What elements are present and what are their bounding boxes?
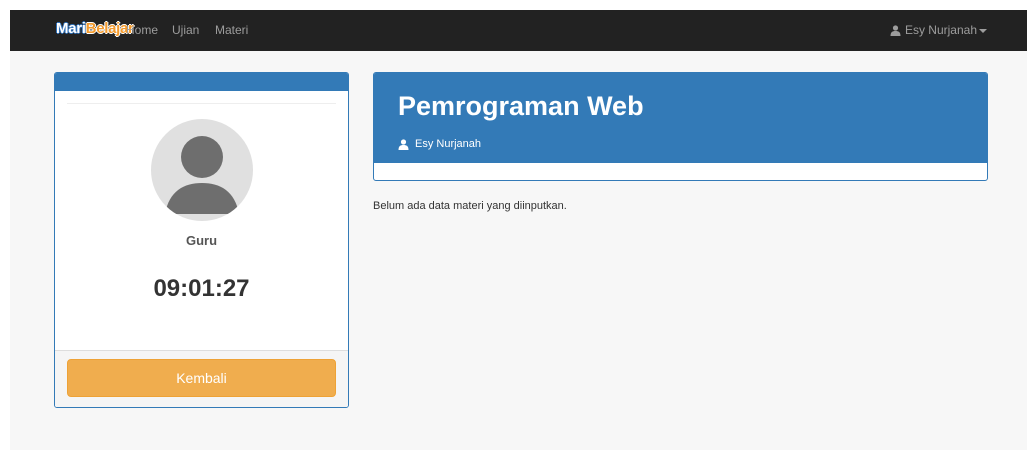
user-role: Guru [185,233,218,248]
chevron-down-icon [979,28,987,33]
user-menu-dropdown[interactable]: Esy Nurjanah [890,22,987,38]
profile-card-header [55,73,348,91]
course-teacher: Esy Nurjanah [398,137,481,151]
clock-display: 09:01:27 [153,275,250,302]
brand-logo[interactable]: MariBelajar [56,19,134,39]
user-icon [398,138,409,150]
nav-home[interactable]: Home [126,22,158,38]
user-name: Esy Nurjanah [904,23,977,37]
divider [67,103,336,104]
avatar-placeholder-icon [151,119,253,221]
nav-materi[interactable]: Materi [215,22,248,38]
nav-ujian[interactable]: Ujian [172,22,199,38]
profile-card: Guru 09:01:27 Kembali [54,72,349,408]
course-panel: Pemrograman Web Esy Nurjanah [373,72,988,181]
user-icon [890,24,901,36]
page: MariBelajar Home Ujian Materi Esy Nurjan… [10,10,1027,450]
empty-state-message: Belum ada data materi yang diinputkan. [373,200,567,212]
brand-part-1: Mari [56,20,86,37]
course-title: Pemrograman Web [398,91,644,121]
top-navbar: MariBelajar Home Ujian Materi Esy Nurjan… [10,10,1027,51]
profile-card-footer: Kembali [55,350,348,407]
course-panel-header: Pemrograman Web Esy Nurjanah [374,73,987,163]
course-teacher-name: Esy Nurjanah [415,138,482,150]
back-button[interactable]: Kembali [67,359,336,397]
